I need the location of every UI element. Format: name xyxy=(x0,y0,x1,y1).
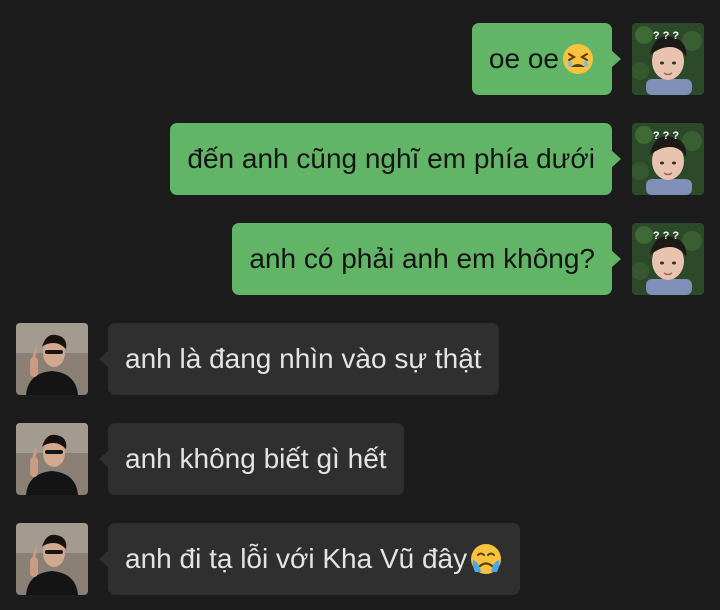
message-row: anh đi tạ lỗi với Kha Vũ đây xyxy=(0,523,720,595)
outgoing-message-bubble[interactable]: anh có phải anh em không? xyxy=(232,223,621,295)
avatar-question-marks: ? ? ? xyxy=(653,230,680,242)
my-avatar[interactable]: ? ? ? xyxy=(632,223,704,295)
message-text: đến anh cũng nghĩ em phía dưới xyxy=(187,143,595,174)
message-text: anh không biết gì hết xyxy=(125,443,387,474)
incoming-message-bubble[interactable]: anh đi tạ lỗi với Kha Vũ đây xyxy=(98,523,521,595)
contact-avatar[interactable] xyxy=(16,523,88,595)
contact-avatar[interactable] xyxy=(16,323,88,395)
outgoing-message-bubble[interactable]: đến anh cũng nghĩ em phía dưới xyxy=(170,123,621,195)
my-avatar[interactable]: ? ? ? xyxy=(632,23,704,95)
message-row: oe oe ? ? ? xyxy=(0,23,720,95)
contact-avatar[interactable] xyxy=(16,423,88,495)
message-row: anh có phải anh em không? ? ? ? xyxy=(0,223,720,295)
incoming-message-bubble[interactable]: anh không biết gì hết xyxy=(99,423,404,495)
tired-face-emoji-icon xyxy=(561,42,595,76)
avatar-question-marks: ? ? ? xyxy=(653,130,680,142)
message-row: anh không biết gì hết xyxy=(0,423,720,495)
my-avatar[interactable]: ? ? ? xyxy=(632,123,704,195)
message-text: anh có phải anh em không? xyxy=(249,243,595,274)
avatar-question-marks: ? ? ? xyxy=(653,30,680,42)
message-row: đến anh cũng nghĩ em phía dưới ? ? ? xyxy=(0,123,720,195)
message-row: anh là đang nhìn vào sự thật xyxy=(0,323,720,395)
crying-face-emoji-icon xyxy=(469,542,503,576)
message-text: anh là đang nhìn vào sự thật xyxy=(125,343,482,374)
message-text: oe oe xyxy=(488,43,559,74)
outgoing-message-bubble[interactable]: oe oe xyxy=(471,23,622,95)
message-text: anh đi tạ lỗi với Kha Vũ đây xyxy=(125,543,468,574)
incoming-message-bubble[interactable]: anh là đang nhìn vào sự thật xyxy=(99,323,499,395)
